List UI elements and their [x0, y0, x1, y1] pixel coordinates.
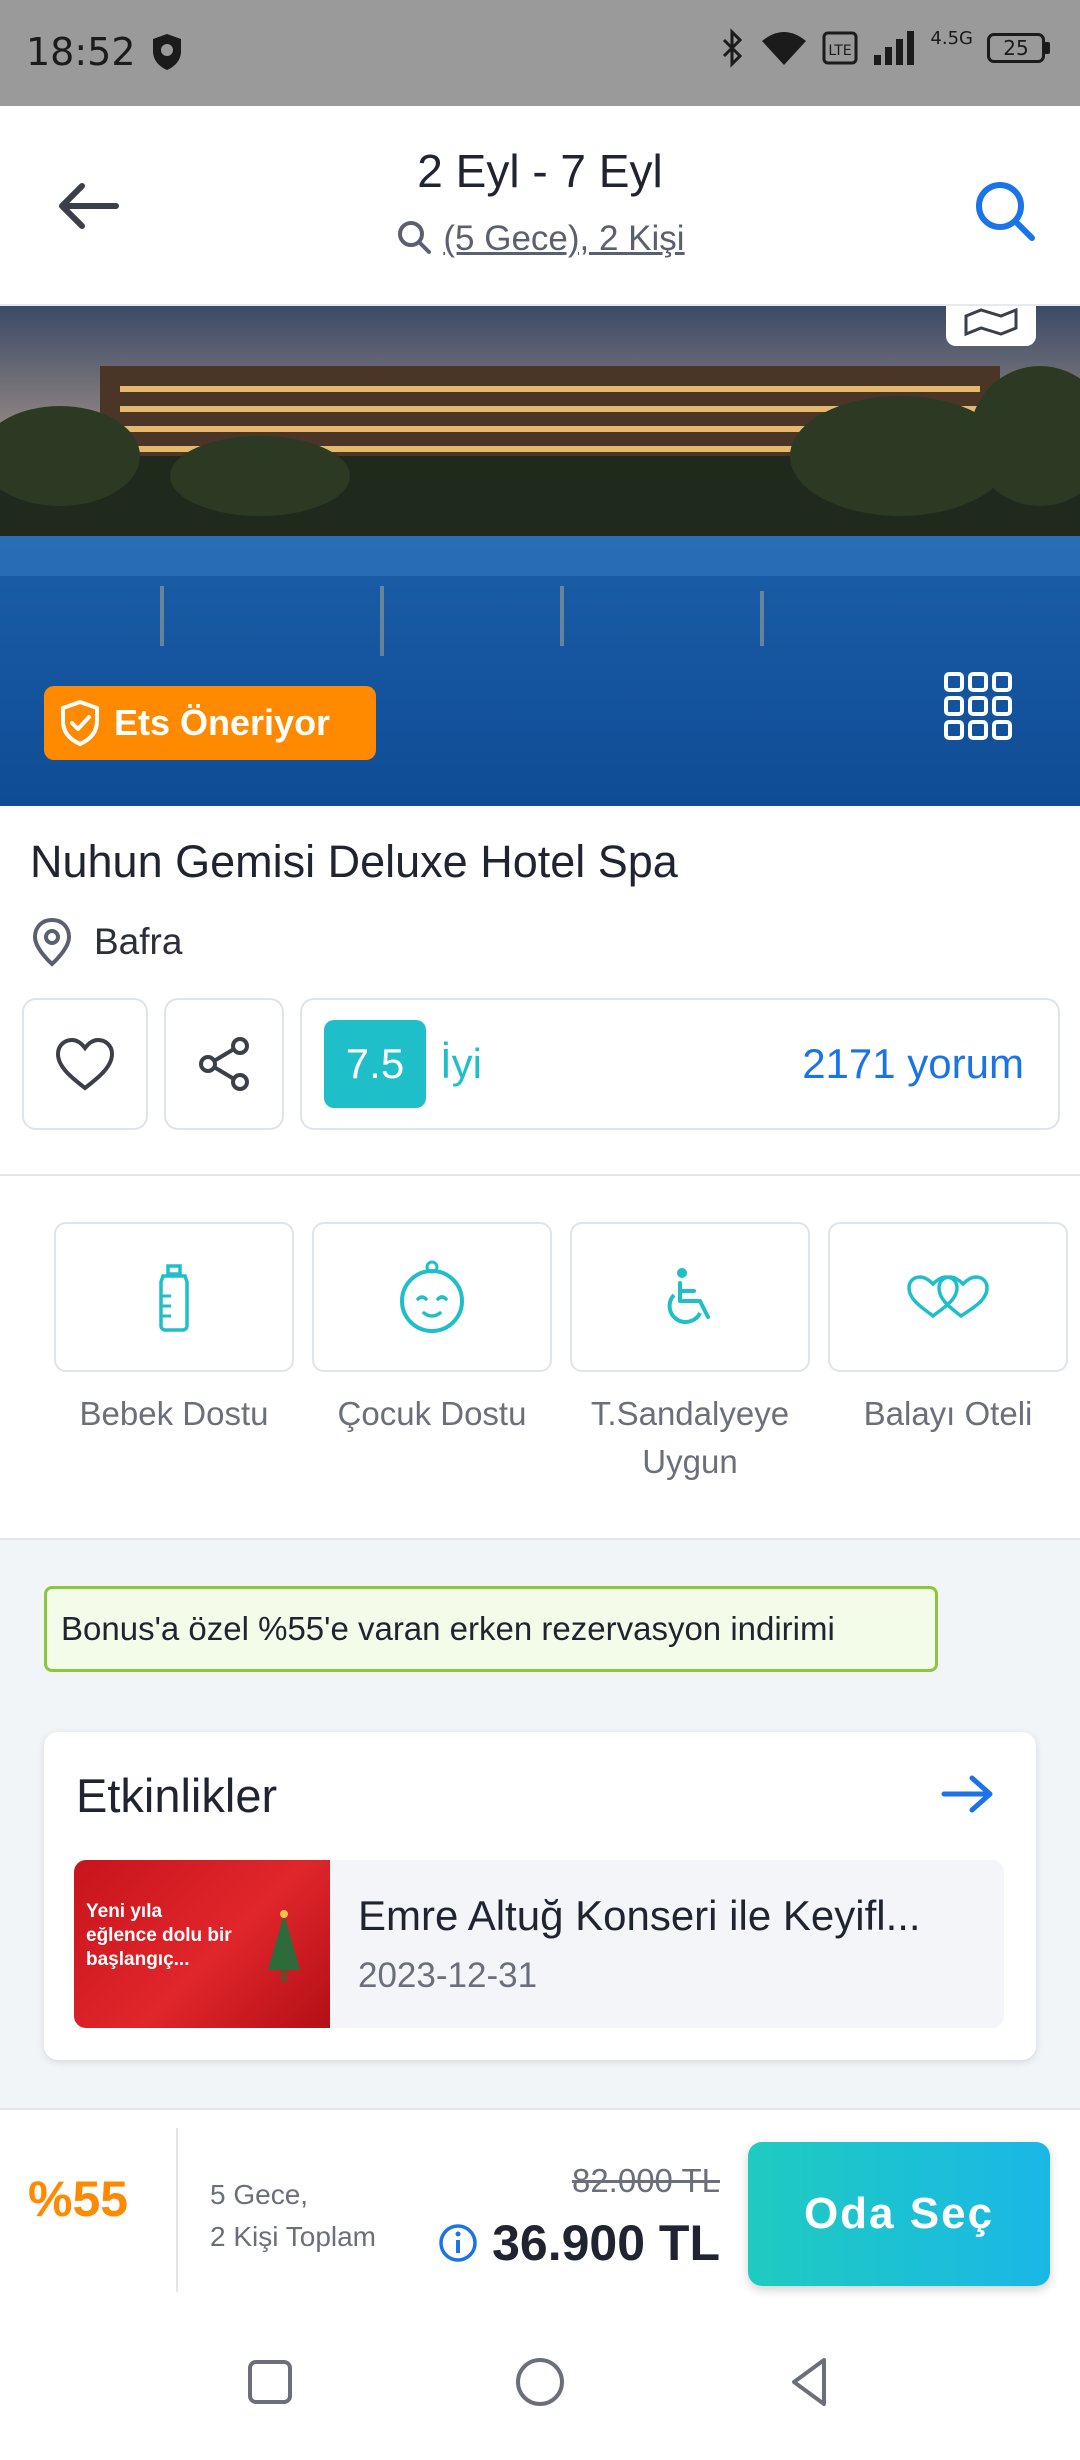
review-count-link[interactable]: 2171 yorum — [802, 1040, 1024, 1088]
feature-wheelchair: T.Sandalyeye Uygun — [570, 1222, 810, 1486]
svg-text:LTE: LTE — [829, 43, 852, 59]
wheelchair-icon — [667, 1268, 710, 1324]
child-face-icon — [400, 1260, 464, 1333]
events-title: Etkinlikler — [76, 1769, 278, 1822]
rating-box[interactable]: 7.5 İyi 2171 yorum — [300, 998, 1060, 1130]
event-thumbnail: Yeni yıla eğlence dolu bir başlangıç... — [74, 1860, 330, 2028]
feature-label: Bebek Dostu — [79, 1395, 269, 1432]
event-date: 2023-12-31 — [358, 1956, 538, 1995]
rating-label: İyi — [440, 1040, 482, 1087]
network-type: 4.5G — [930, 28, 973, 49]
promo-banner[interactable]: Bonus'a özel %55'e varan erken rezervasy… — [44, 1586, 938, 1672]
new-price: 36.900 TL — [438, 2214, 720, 2272]
date-range-title[interactable]: 2 Eyl - 7 Eyl — [0, 144, 1080, 198]
shield-check-icon — [61, 699, 99, 747]
search-summary[interactable]: (5 Gece), 2 Kişi — [0, 218, 1080, 259]
share-icon — [199, 1037, 249, 1091]
feature-label: Çocuk Dostu — [337, 1395, 527, 1432]
discount-label: %55 — [28, 2171, 129, 2227]
ets-recommends-badge: Ets Öneriyor — [44, 686, 376, 760]
search-summary-text: (5 Gece), 2 Kişi — [443, 219, 685, 258]
events-card: Etkinlikler Yeni yıla eğlence dolu bir b… — [44, 1732, 1036, 2060]
divider — [0, 1174, 1080, 1176]
bluetooth-icon — [723, 28, 743, 68]
share-button[interactable] — [164, 998, 284, 1130]
map-button[interactable] — [946, 306, 1036, 346]
system-nav-bar — [0, 2308, 1080, 2460]
battery-icon: 25 — [987, 33, 1050, 63]
signal-icon — [874, 31, 915, 65]
favorite-button[interactable] — [22, 998, 148, 1130]
feature-baby-friendly: Bebek Dostu — [54, 1222, 294, 1438]
hotel-name: Nuhun Gemisi Deluxe Hotel Spa — [30, 836, 678, 887]
info-icon[interactable] — [438, 2223, 478, 2263]
feature-label: Balayı Oteli — [863, 1395, 1033, 1432]
event-name: Emre Altuğ Konseri ile Keyifl... — [358, 1892, 921, 1939]
nights-label: 5 Gece, — [210, 2179, 309, 2210]
select-room-button[interactable]: Oda Seç — [748, 2142, 1050, 2286]
hearts-icon — [907, 1275, 989, 1319]
badge-label: Ets Öneriyor — [114, 702, 331, 743]
event-item[interactable]: Yeni yıla eğlence dolu bir başlangıç... … — [74, 1860, 1004, 2028]
heart-icon — [55, 1037, 115, 1091]
feature-honeymoon: Balayı Oteli — [828, 1222, 1068, 1438]
recent-apps-icon[interactable] — [240, 2352, 300, 2412]
search-icon[interactable] — [970, 176, 1040, 246]
status-bar: 18:52 LTE 4.5G 25 — [0, 0, 1080, 106]
header: 2 Eyl - 7 Eyl (5 Gece), 2 Kişi — [0, 106, 1080, 306]
hotel-location[interactable]: Bafra — [30, 916, 182, 968]
gallery-grid-icon[interactable] — [942, 670, 1014, 742]
stay-summary: 5 Gece, 2 Kişi Toplam — [210, 2174, 376, 2258]
separator — [176, 2128, 178, 2292]
arrow-right-icon[interactable] — [940, 1772, 996, 1816]
location-pin-icon — [32, 917, 72, 967]
event-thumbnail-text: Yeni yıla eğlence dolu bir başlangıç... — [86, 1901, 232, 1970]
baby-bottle-icon — [159, 1264, 189, 1332]
booking-bar: %55 5 Gece, 2 Kişi Toplam 82.000 TL 36.9… — [0, 2108, 1080, 2308]
wifi-icon — [762, 32, 807, 65]
map-icon — [964, 307, 1018, 337]
status-time: 18:52 — [26, 30, 136, 74]
rating-score: 7.5 — [324, 1020, 426, 1108]
search-small-icon — [398, 221, 432, 254]
shield-status-icon — [153, 34, 181, 70]
back-nav-icon[interactable] — [780, 2352, 840, 2412]
status-icons: LTE 4.5G 25 — [720, 28, 1050, 68]
christmas-tree-icon — [268, 1910, 300, 1982]
feature-label: T.Sandalyeye Uygun — [590, 1395, 790, 1480]
feature-child-friendly: Çocuk Dostu — [312, 1222, 552, 1438]
volte-icon: LTE — [822, 31, 858, 65]
new-price-value: 36.900 TL — [492, 2215, 720, 2271]
old-price: 82.000 TL — [571, 2162, 720, 2199]
hotel-photo[interactable]: Ets Öneriyor — [0, 306, 1080, 806]
home-icon[interactable] — [510, 2352, 570, 2412]
location-label: Bafra — [94, 921, 183, 962]
guests-label: 2 Kişi Toplam — [210, 2221, 377, 2252]
